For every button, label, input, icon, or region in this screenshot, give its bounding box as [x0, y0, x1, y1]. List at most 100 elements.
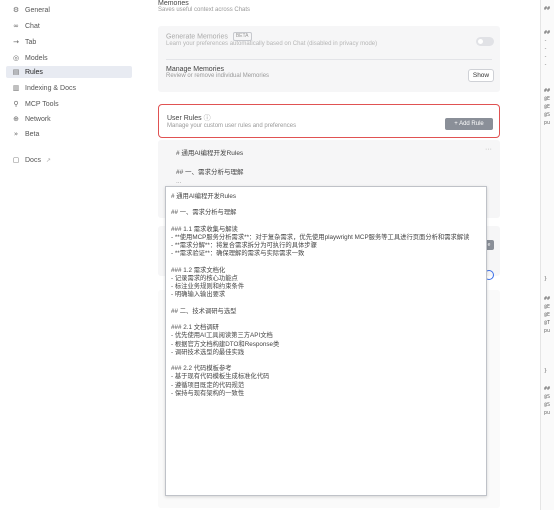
sidebar-item-label: Chat: [25, 22, 40, 30]
popover-line: ## 二、技术调研与选型: [171, 307, 237, 315]
code-line: @S: [544, 112, 551, 118]
code-line: }: [544, 276, 548, 282]
code-line: -: [544, 38, 548, 44]
arrow-right-icon: →: [13, 38, 19, 46]
generate-memories-title: Generate Memories: [166, 33, 228, 41]
popover-line: - 遵循项目既定的代码规范: [171, 381, 245, 389]
generate-memories-row: Generate Memories BETA Learn your prefer…: [166, 32, 492, 47]
editor-side-panel: ## ## - - - - ## @E @E @S pu} ## @E @E @T pu} ## @S @S pu: [540, 0, 554, 510]
sidebar-item-label: Models: [25, 54, 48, 62]
code-line: pu: [544, 328, 551, 334]
popover-line: # 通用AI编程开发Rules: [171, 193, 237, 200]
code-line: ##: [544, 296, 551, 302]
sidebar-item-label: Indexing & Docs: [25, 84, 76, 92]
sidebar-item-beta[interactable]: » Beta: [6, 128, 132, 140]
double-chevron-icon: »: [13, 130, 19, 138]
external-link-icon: ↗: [45, 157, 51, 164]
popover-content: # 通用AI编程开发Rules ## 一、需求分析与理解 ### 1.1 需求收集与…: [171, 193, 481, 398]
show-memories-button[interactable]: Show: [468, 69, 494, 82]
code-line: @E: [544, 304, 551, 310]
info-icon: ⓘ: [203, 115, 211, 122]
code-line: @S: [544, 394, 551, 400]
popover-line: ### 1.1 需求收集与解读: [171, 225, 238, 233]
popover-line: [171, 300, 481, 308]
models-icon: ◎: [12, 54, 20, 62]
sidebar-item-tab[interactable]: → Tab: [6, 36, 132, 48]
gear-icon: ⚙: [12, 6, 20, 14]
database-icon: ▥: [12, 84, 20, 92]
popover-line: - 优先使用AI工具阅读第三方API文档: [171, 332, 273, 340]
code-line: @E: [544, 104, 551, 110]
globe-icon: ⊕: [13, 115, 19, 123]
popover-line: - **使用MCP服务分析需求**：对于复杂需求，优先使用playwright …: [171, 233, 470, 241]
sidebar-item-label: General: [25, 6, 50, 14]
sidebar-item-docs[interactable]: ▢ Docs ↗: [6, 154, 132, 166]
rule-preview-line: ## 一、需求分析与理解: [176, 169, 244, 176]
beta-badge: BETA: [232, 32, 252, 41]
sidebar-item-label: MCP Tools: [25, 100, 59, 108]
memories-section-title: Memories Saves useful context across Cha…: [158, 0, 250, 13]
code-line: }: [544, 368, 548, 374]
code-line: ##: [544, 386, 551, 392]
code-line: @E: [544, 312, 551, 318]
popover-line: - 保持与现有架构的一致性: [171, 389, 245, 397]
sidebar-item-label: Docs: [25, 156, 41, 164]
popover-line: - 根据官方文档构建DTO和Response类: [171, 340, 280, 348]
sidebar-item-label: Tab: [25, 38, 37, 46]
sidebar-item-models[interactable]: ◎ Models: [6, 52, 132, 64]
sidebar-item-chat[interactable]: ∞ Chat: [6, 20, 132, 32]
popover-line: - **需求验证**：确保理解的需求与实际需求一致: [171, 250, 305, 258]
sidebar-item-indexing[interactable]: ▥ Indexing & Docs: [6, 82, 132, 94]
manage-memories-description: Review or remove individual Memories: [166, 73, 270, 79]
code-line: -: [544, 62, 548, 68]
memories-card: Generate Memories BETA Learn your prefer…: [158, 26, 500, 92]
popover-line: [171, 218, 481, 226]
code-line: -: [544, 46, 548, 52]
sidebar-item-network[interactable]: ⊕ Network: [6, 113, 132, 125]
rule-content-popover: # 通用AI编程开发Rules ## 一、需求分析与理解 ### 1.1 需求收集与…: [165, 186, 487, 496]
settings-sidebar: ⚙ General ∞ Chat → Tab ◎ Models ▤ Rules …: [0, 0, 134, 510]
rules-icon: ▤: [12, 68, 20, 76]
popover-line: [171, 259, 481, 267]
generate-memories-description: Learn your preferences automatically bas…: [166, 41, 378, 47]
manage-memories-row: Manage Memories Review or remove individ…: [166, 66, 492, 79]
popover-line: - 明确输入输出要求: [171, 291, 226, 299]
memories-description: Saves useful context across Chats: [158, 7, 251, 13]
code-line: pu: [544, 410, 551, 416]
sidebar-item-label: Network: [25, 115, 51, 123]
generate-memories-toggle[interactable]: [476, 37, 494, 46]
code-line: @S: [544, 402, 551, 408]
popover-line: - 基于现有代码模板生成标准化代码: [171, 373, 270, 381]
sidebar-item-mcp-tools[interactable]: ⚲ MCP Tools: [6, 98, 132, 110]
popover-line: [171, 316, 481, 324]
user-rules-heading: User Rules ⓘ Manage your custom user rul…: [167, 113, 296, 129]
user-rules-description: Manage your custom user rules and prefer…: [167, 123, 297, 129]
popover-line: ## 一、需求分析与理解: [171, 209, 237, 217]
user-rules-header-card: User Rules ⓘ Manage your custom user rul…: [158, 104, 500, 138]
popover-line: ### 1.2 需求文档化: [171, 266, 226, 274]
sidebar-item-rules[interactable]: ▤ Rules: [6, 66, 132, 78]
code-line: @E: [544, 96, 551, 102]
code-line: pu: [544, 120, 551, 126]
popover-line: [171, 357, 481, 365]
infinity-icon: ∞: [13, 22, 19, 30]
memories-title: Memories: [158, 0, 189, 7]
code-line: @T: [544, 320, 551, 326]
user-rules-title: User Rules: [167, 115, 202, 122]
code-line: ##: [544, 88, 551, 94]
book-icon: ▢: [12, 156, 20, 164]
more-options-icon[interactable]: ···: [485, 146, 492, 153]
rule-preview-line: ...: [176, 178, 182, 185]
rule-preview-line: # 通用AI编程开发Rules: [176, 150, 244, 157]
add-rule-button[interactable]: + Add Rule: [445, 118, 493, 130]
manage-memories-title: Manage Memories: [166, 66, 224, 73]
sidebar-item-label: Rules: [25, 68, 43, 76]
code-line: -: [544, 54, 548, 60]
code-line: ##: [544, 30, 551, 36]
divider: [166, 59, 492, 60]
tools-icon: ⚲: [13, 100, 19, 108]
popover-line: - 调研技术选型的最佳实践: [171, 348, 245, 356]
code-line: ##: [544, 6, 551, 12]
popover-line: - 记录需求的核心功能点: [171, 274, 238, 282]
sidebar-item-general[interactable]: ⚙ General: [6, 4, 132, 16]
